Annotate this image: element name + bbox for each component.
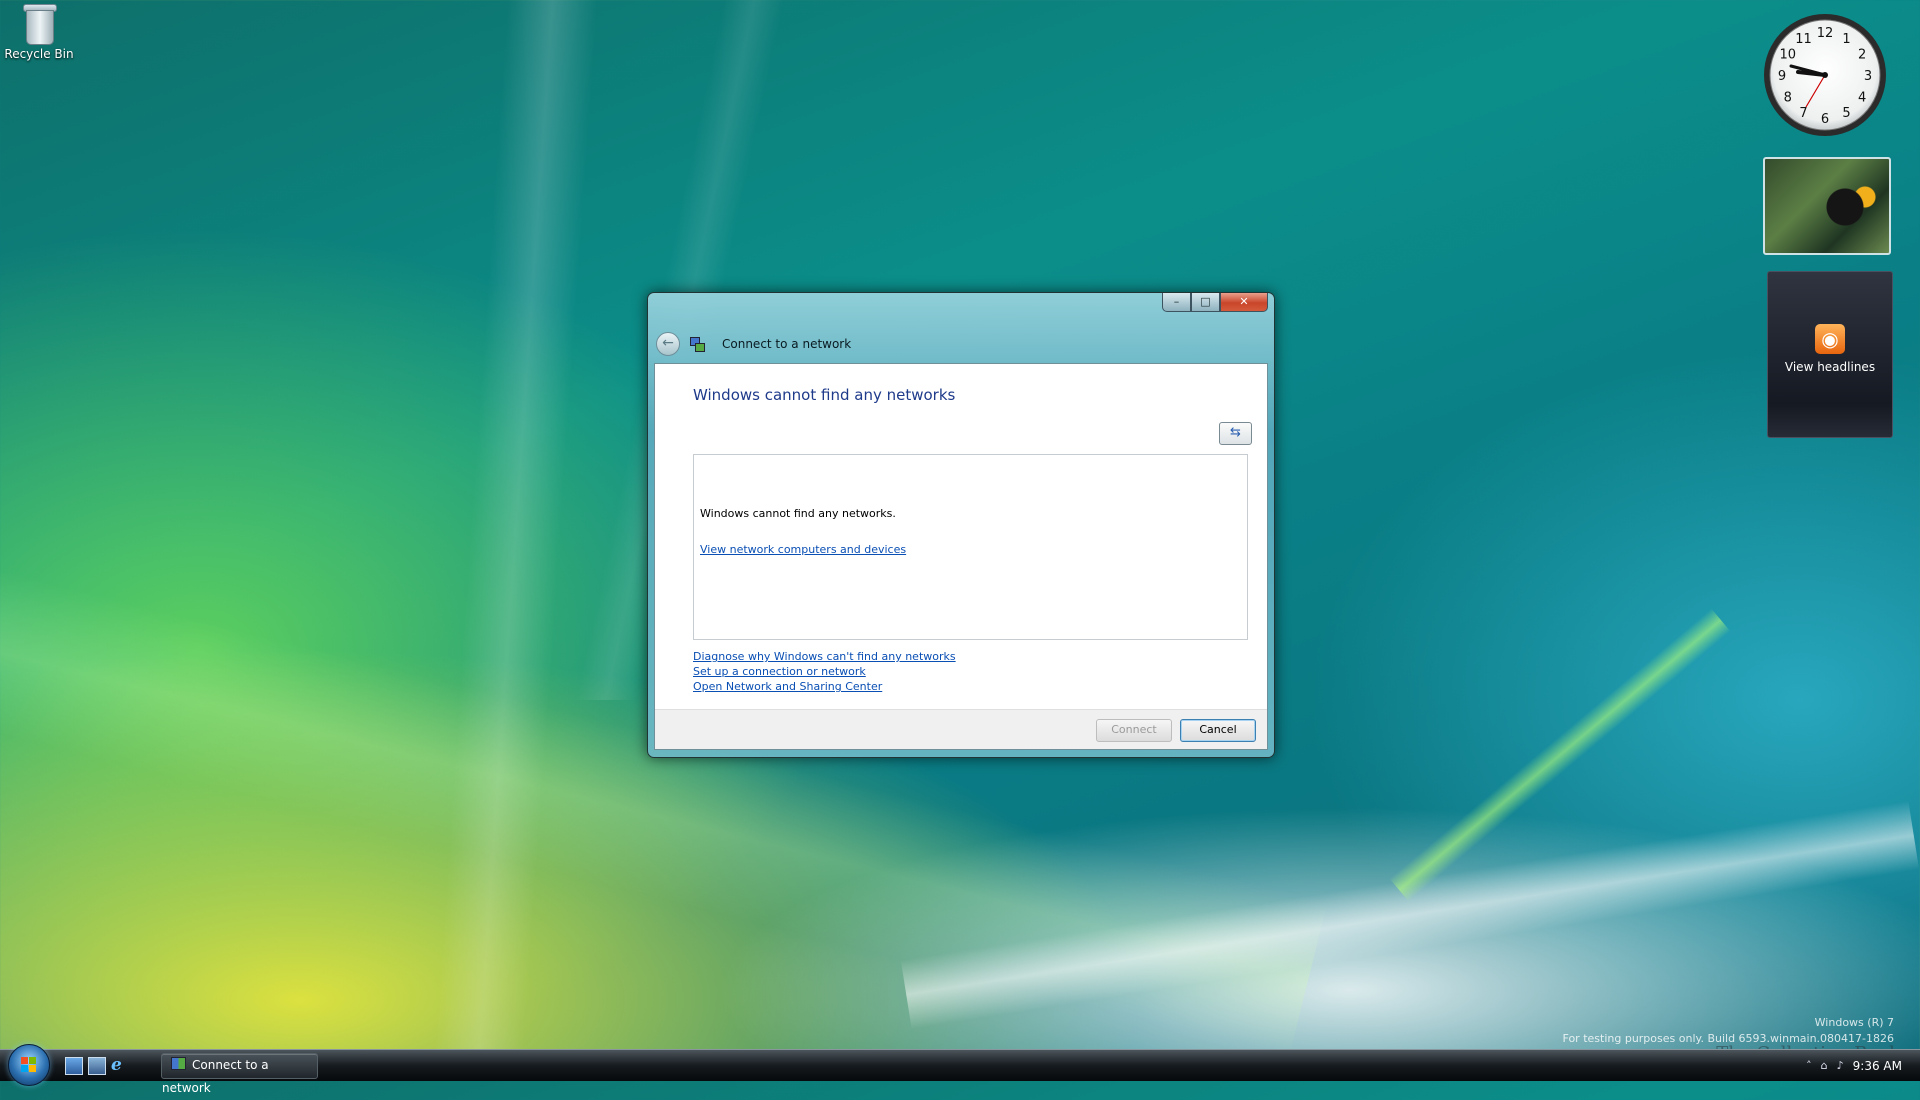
sharing-center-link[interactable]: Open Network and Sharing Center <box>693 680 882 693</box>
tray-expand-icon[interactable]: ˄ <box>1806 1059 1812 1072</box>
clock-numeral: 10 <box>1780 48 1797 63</box>
dialog-footer: Connect Cancel <box>655 709 1267 749</box>
page-heading: Windows cannot find any networks <box>693 386 956 404</box>
network-icon <box>171 1057 186 1070</box>
close-button[interactable]: ✕ <box>1220 293 1268 312</box>
taskbar-window-button[interactable]: Connect to a network <box>161 1053 318 1095</box>
clock-gadget[interactable]: 12 12 3 45678 9 1011 <box>1762 12 1888 138</box>
clock-numeral: 1 <box>1842 32 1850 47</box>
internet-explorer-icon[interactable]: e <box>111 1057 127 1074</box>
refresh-icon: ⇆ <box>1230 425 1241 440</box>
rss-icon: ◉ <box>1815 324 1845 354</box>
clock-numeral: 11 <box>1795 32 1812 47</box>
clock-numeral: 5 <box>1842 106 1850 121</box>
view-network-computers-link[interactable]: View network computers and devices <box>700 543 906 556</box>
tray-network-icon[interactable]: ⌂ <box>1821 1059 1828 1072</box>
recycle-bin-shortcut[interactable]: Recycle Bin <box>4 2 74 61</box>
task-links: Diagnose why Windows can't find any netw… <box>693 645 956 693</box>
connect-button[interactable]: Connect <box>1096 719 1172 742</box>
tray-volume-icon[interactable]: ♪ <box>1837 1059 1844 1072</box>
tray-clock[interactable]: 9:36 AM <box>1853 1059 1902 1073</box>
taskbar: e Connect to a network ˄ ⌂ ♪ 9:36 AM <box>0 1044 1920 1095</box>
clock-numeral: 12 <box>1817 26 1834 41</box>
network-list[interactable]: Windows cannot find any networks. View n… <box>693 454 1248 640</box>
slideshow-gadget[interactable] <box>1763 157 1891 255</box>
switch-windows-icon[interactable] <box>88 1057 106 1075</box>
no-networks-message: Windows cannot find any networks. <box>700 507 896 520</box>
view-headlines-label: View headlines <box>1784 360 1876 374</box>
windows-flag-icon <box>21 1057 37 1073</box>
window-title: Connect to a network <box>722 337 852 351</box>
nav-bar: ← Connect to a network <box>656 330 851 358</box>
dialog-content: Windows cannot find any networks ⇆ Windo… <box>654 363 1268 750</box>
maximize-button[interactable]: □ <box>1191 293 1220 312</box>
minimize-button[interactable]: – <box>1162 293 1191 312</box>
recycle-bin-label: Recycle Bin <box>4 47 74 61</box>
caption-buttons: – □ ✕ <box>1162 293 1268 312</box>
clock-numeral: 9 <box>1778 69 1786 84</box>
watermark-version: Windows (R) 7 <box>1814 1016 1894 1029</box>
network-icon <box>690 337 705 352</box>
connect-to-network-window: – □ ✕ ← Connect to a network Windows can… <box>647 292 1275 758</box>
clock-numeral: 2 <box>1858 48 1866 63</box>
refresh-button[interactable]: ⇆ <box>1219 422 1252 445</box>
show-desktop-icon[interactable] <box>65 1057 83 1075</box>
clock-numeral: 7 <box>1799 106 1807 121</box>
clock-numeral: 6 <box>1821 112 1829 127</box>
clock-numeral: 4 <box>1858 91 1866 106</box>
feed-headlines-gadget[interactable]: ◉ View headlines <box>1767 271 1893 438</box>
clock-numeral: 8 <box>1784 91 1792 106</box>
cancel-button[interactable]: Cancel <box>1180 719 1256 742</box>
clock-numeral: 3 <box>1864 69 1872 84</box>
back-arrow-icon[interactable]: ← <box>656 332 680 356</box>
system-tray: ˄ ⌂ ♪ 9:36 AM <box>1797 1050 1902 1081</box>
recycle-bin-icon <box>22 2 57 45</box>
